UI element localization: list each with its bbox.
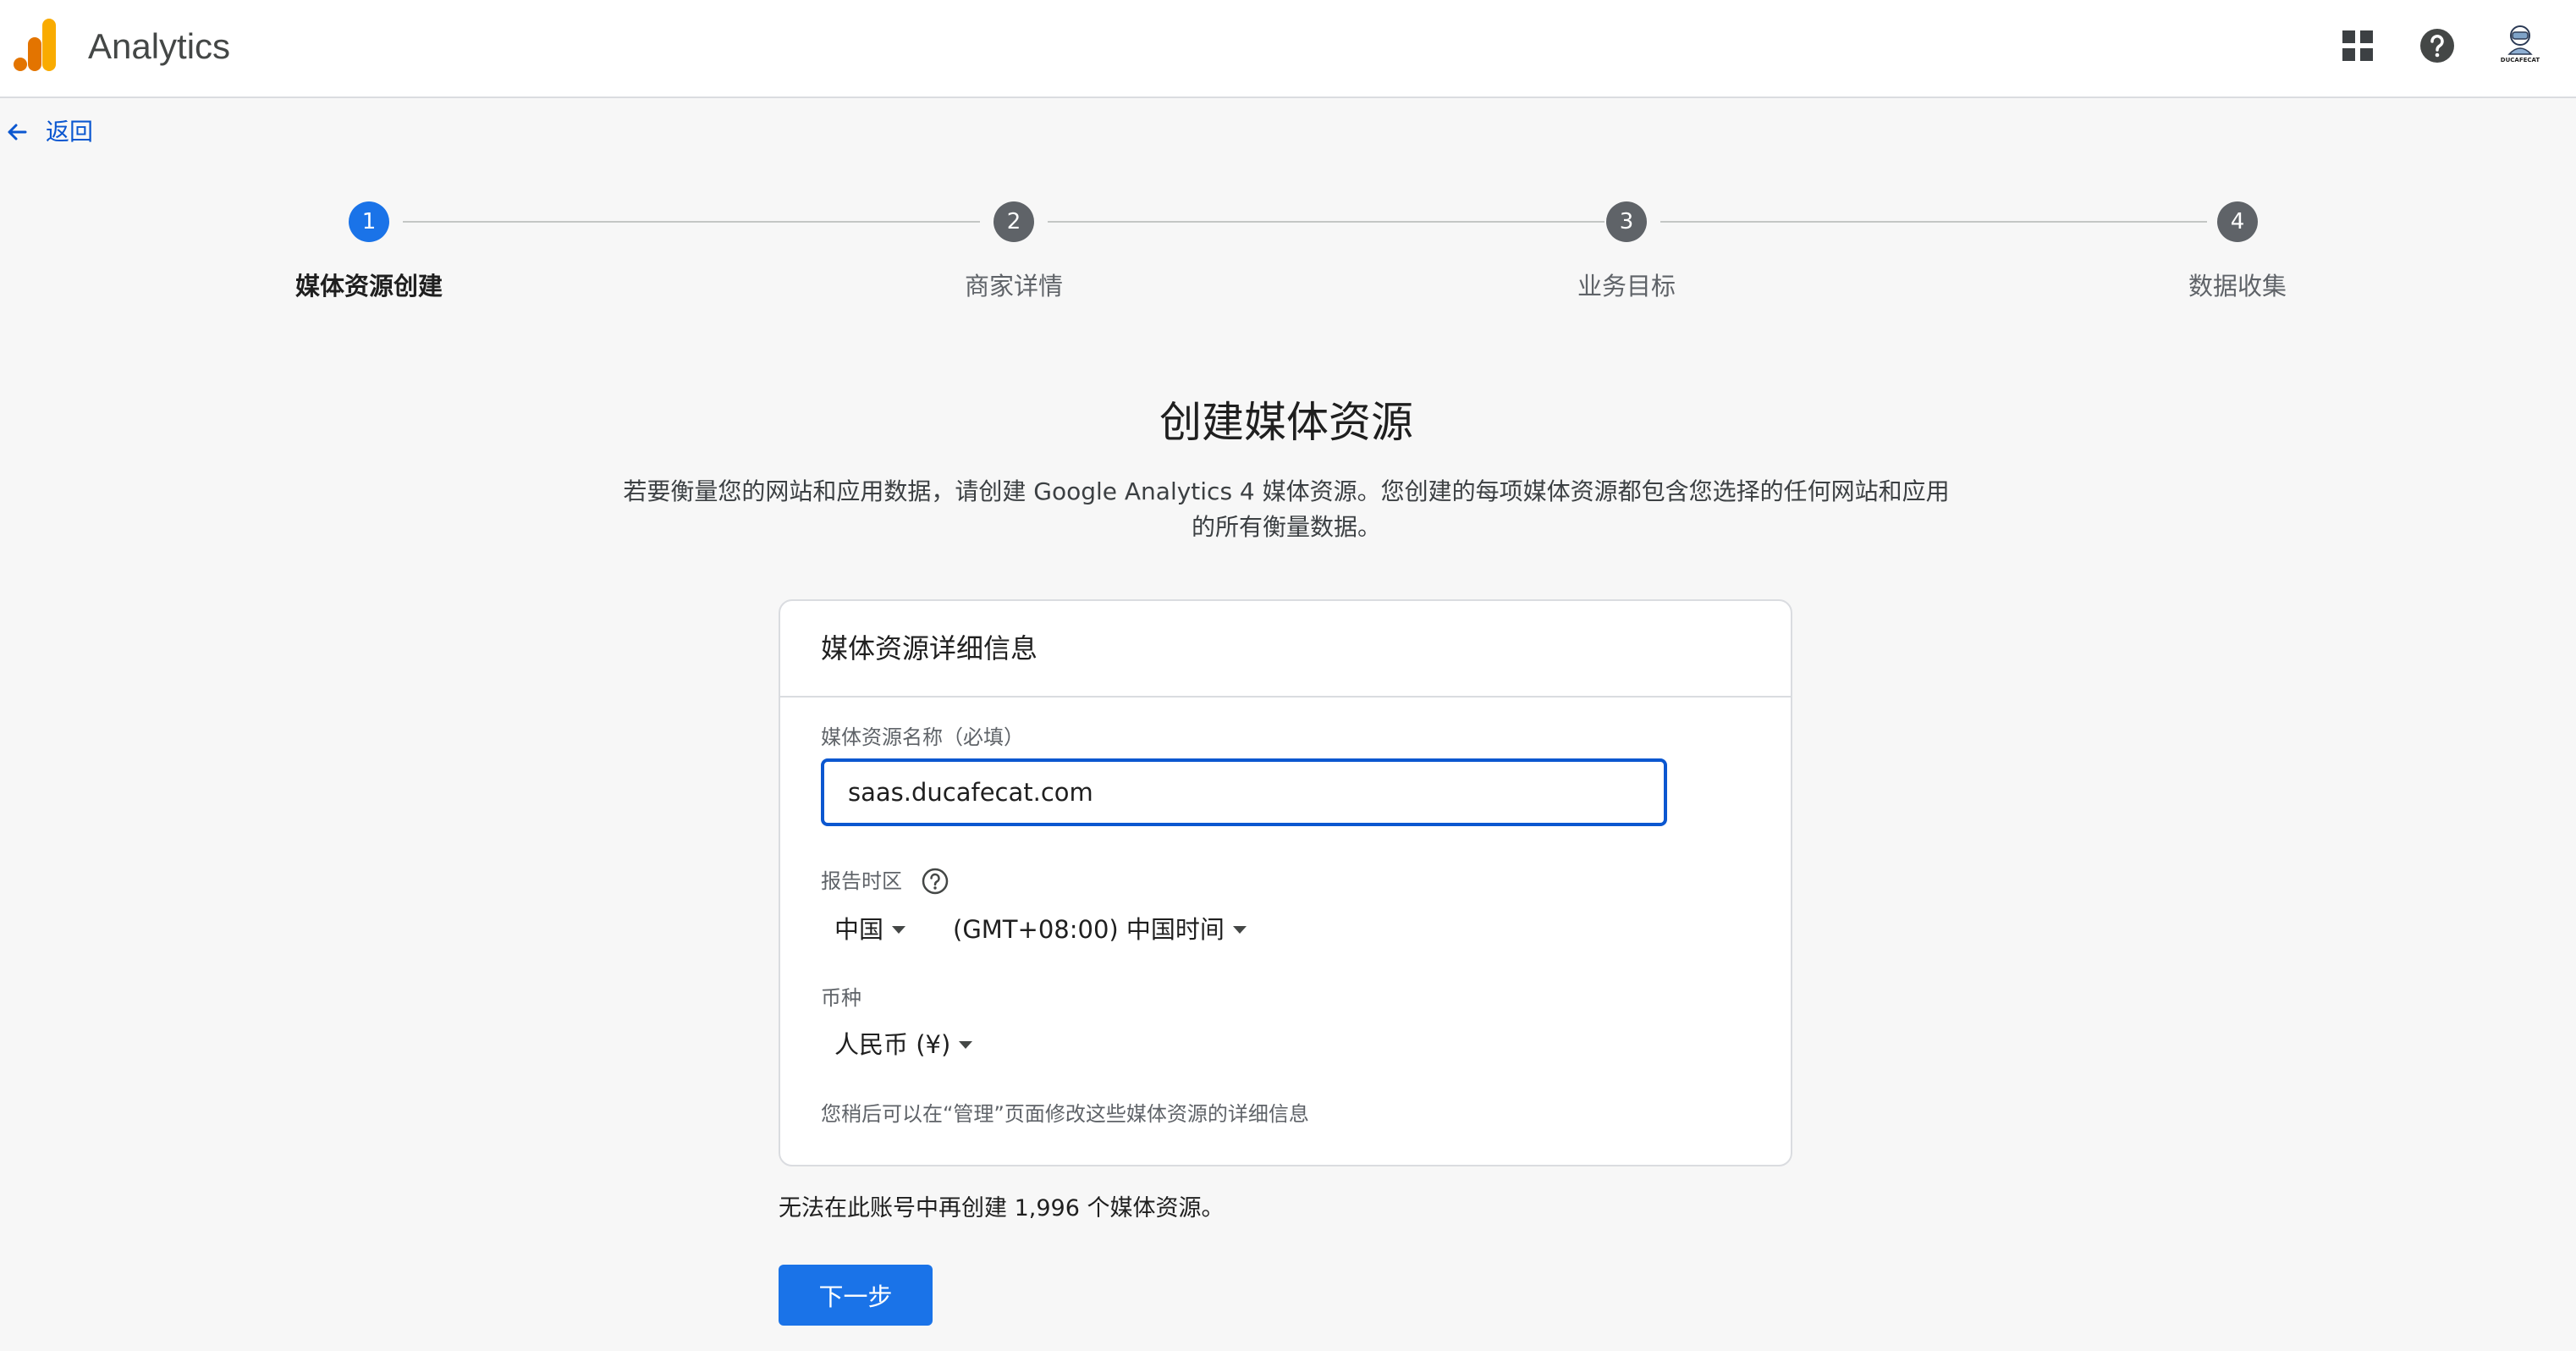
card-title: 媒体资源详细信息: [821, 632, 1038, 664]
edit-later-note: 您稍后可以在“管理”页面修改这些媒体资源的详细信息: [821, 1102, 1309, 1126]
avatar-label: DUCAFECAT: [2501, 57, 2540, 63]
step-2-label: 商家详情: [964, 272, 1063, 301]
page-description: 若要衡量您的网站和应用数据，请创建 Google Analytics 4 媒体资…: [609, 474, 1963, 545]
step-1-label: 媒体资源创建: [294, 272, 443, 301]
country-value: 中国: [834, 915, 884, 944]
step-1-indicator: 1: [349, 201, 389, 242]
property-name-input[interactable]: [821, 758, 1667, 826]
back-link[interactable]: 返回: [3, 115, 93, 149]
help-circle-icon[interactable]: [2419, 27, 2456, 64]
help-circle-outline-icon[interactable]: [921, 867, 949, 896]
country-dropdown[interactable]: 中国: [834, 909, 906, 950]
page-title: 创建媒体资源: [1159, 398, 1413, 447]
property-name-label: 媒体资源名称（必填）: [821, 725, 1024, 749]
step-4-indicator: 4: [2217, 201, 2258, 242]
step-2-indicator: 2: [994, 201, 1034, 242]
description-line: 若要衡量您的网站和应用数据，请创建 Google Analytics 4 媒体资…: [623, 477, 1950, 505]
description-line: 的所有衡量数据。: [1191, 513, 1381, 541]
analytics-logo-icon[interactable]: [14, 19, 58, 73]
back-label: 返回: [46, 118, 94, 146]
currency-label: 币种: [821, 986, 861, 1010]
top-app-bar: Analytics DUCAFECAT: [0, 0, 2576, 98]
step-4-label: 数据收集: [2188, 272, 2287, 301]
timezone-value: (GMT+08:00) 中国时间: [953, 915, 1225, 944]
caret-down-icon: [1232, 925, 1247, 934]
timezone-dropdown[interactable]: (GMT+08:00) 中国时间: [953, 909, 1247, 950]
app-title: Analytics: [88, 26, 231, 66]
step-3-indicator: 3: [1606, 201, 1647, 242]
arrow-left-icon: [8, 124, 27, 141]
card-divider: [780, 696, 1791, 698]
caret-down-icon: [892, 925, 906, 934]
next-button[interactable]: 下一步: [779, 1265, 933, 1326]
step-3-label: 业务目标: [1577, 272, 1676, 301]
currency-dropdown[interactable]: 人民币 (¥): [834, 1024, 973, 1065]
step-connector: [1660, 221, 2207, 223]
step-connector: [403, 221, 980, 223]
currency-value: 人民币 (¥): [834, 1030, 951, 1059]
account-avatar[interactable]: DUCAFECAT: [2496, 20, 2544, 68]
apps-grid-icon[interactable]: [2339, 27, 2376, 64]
property-limit-text: 无法在此账号中再创建 1,996 个媒体资源。: [779, 1195, 1225, 1221]
timezone-label: 报告时区: [821, 869, 902, 893]
caret-down-icon: [959, 1040, 973, 1049]
step-connector: [1048, 221, 1604, 223]
property-details-card: 媒体资源详细信息 媒体资源名称（必填） 报告时区 中国 (GMT+08:00) …: [779, 599, 1792, 1166]
